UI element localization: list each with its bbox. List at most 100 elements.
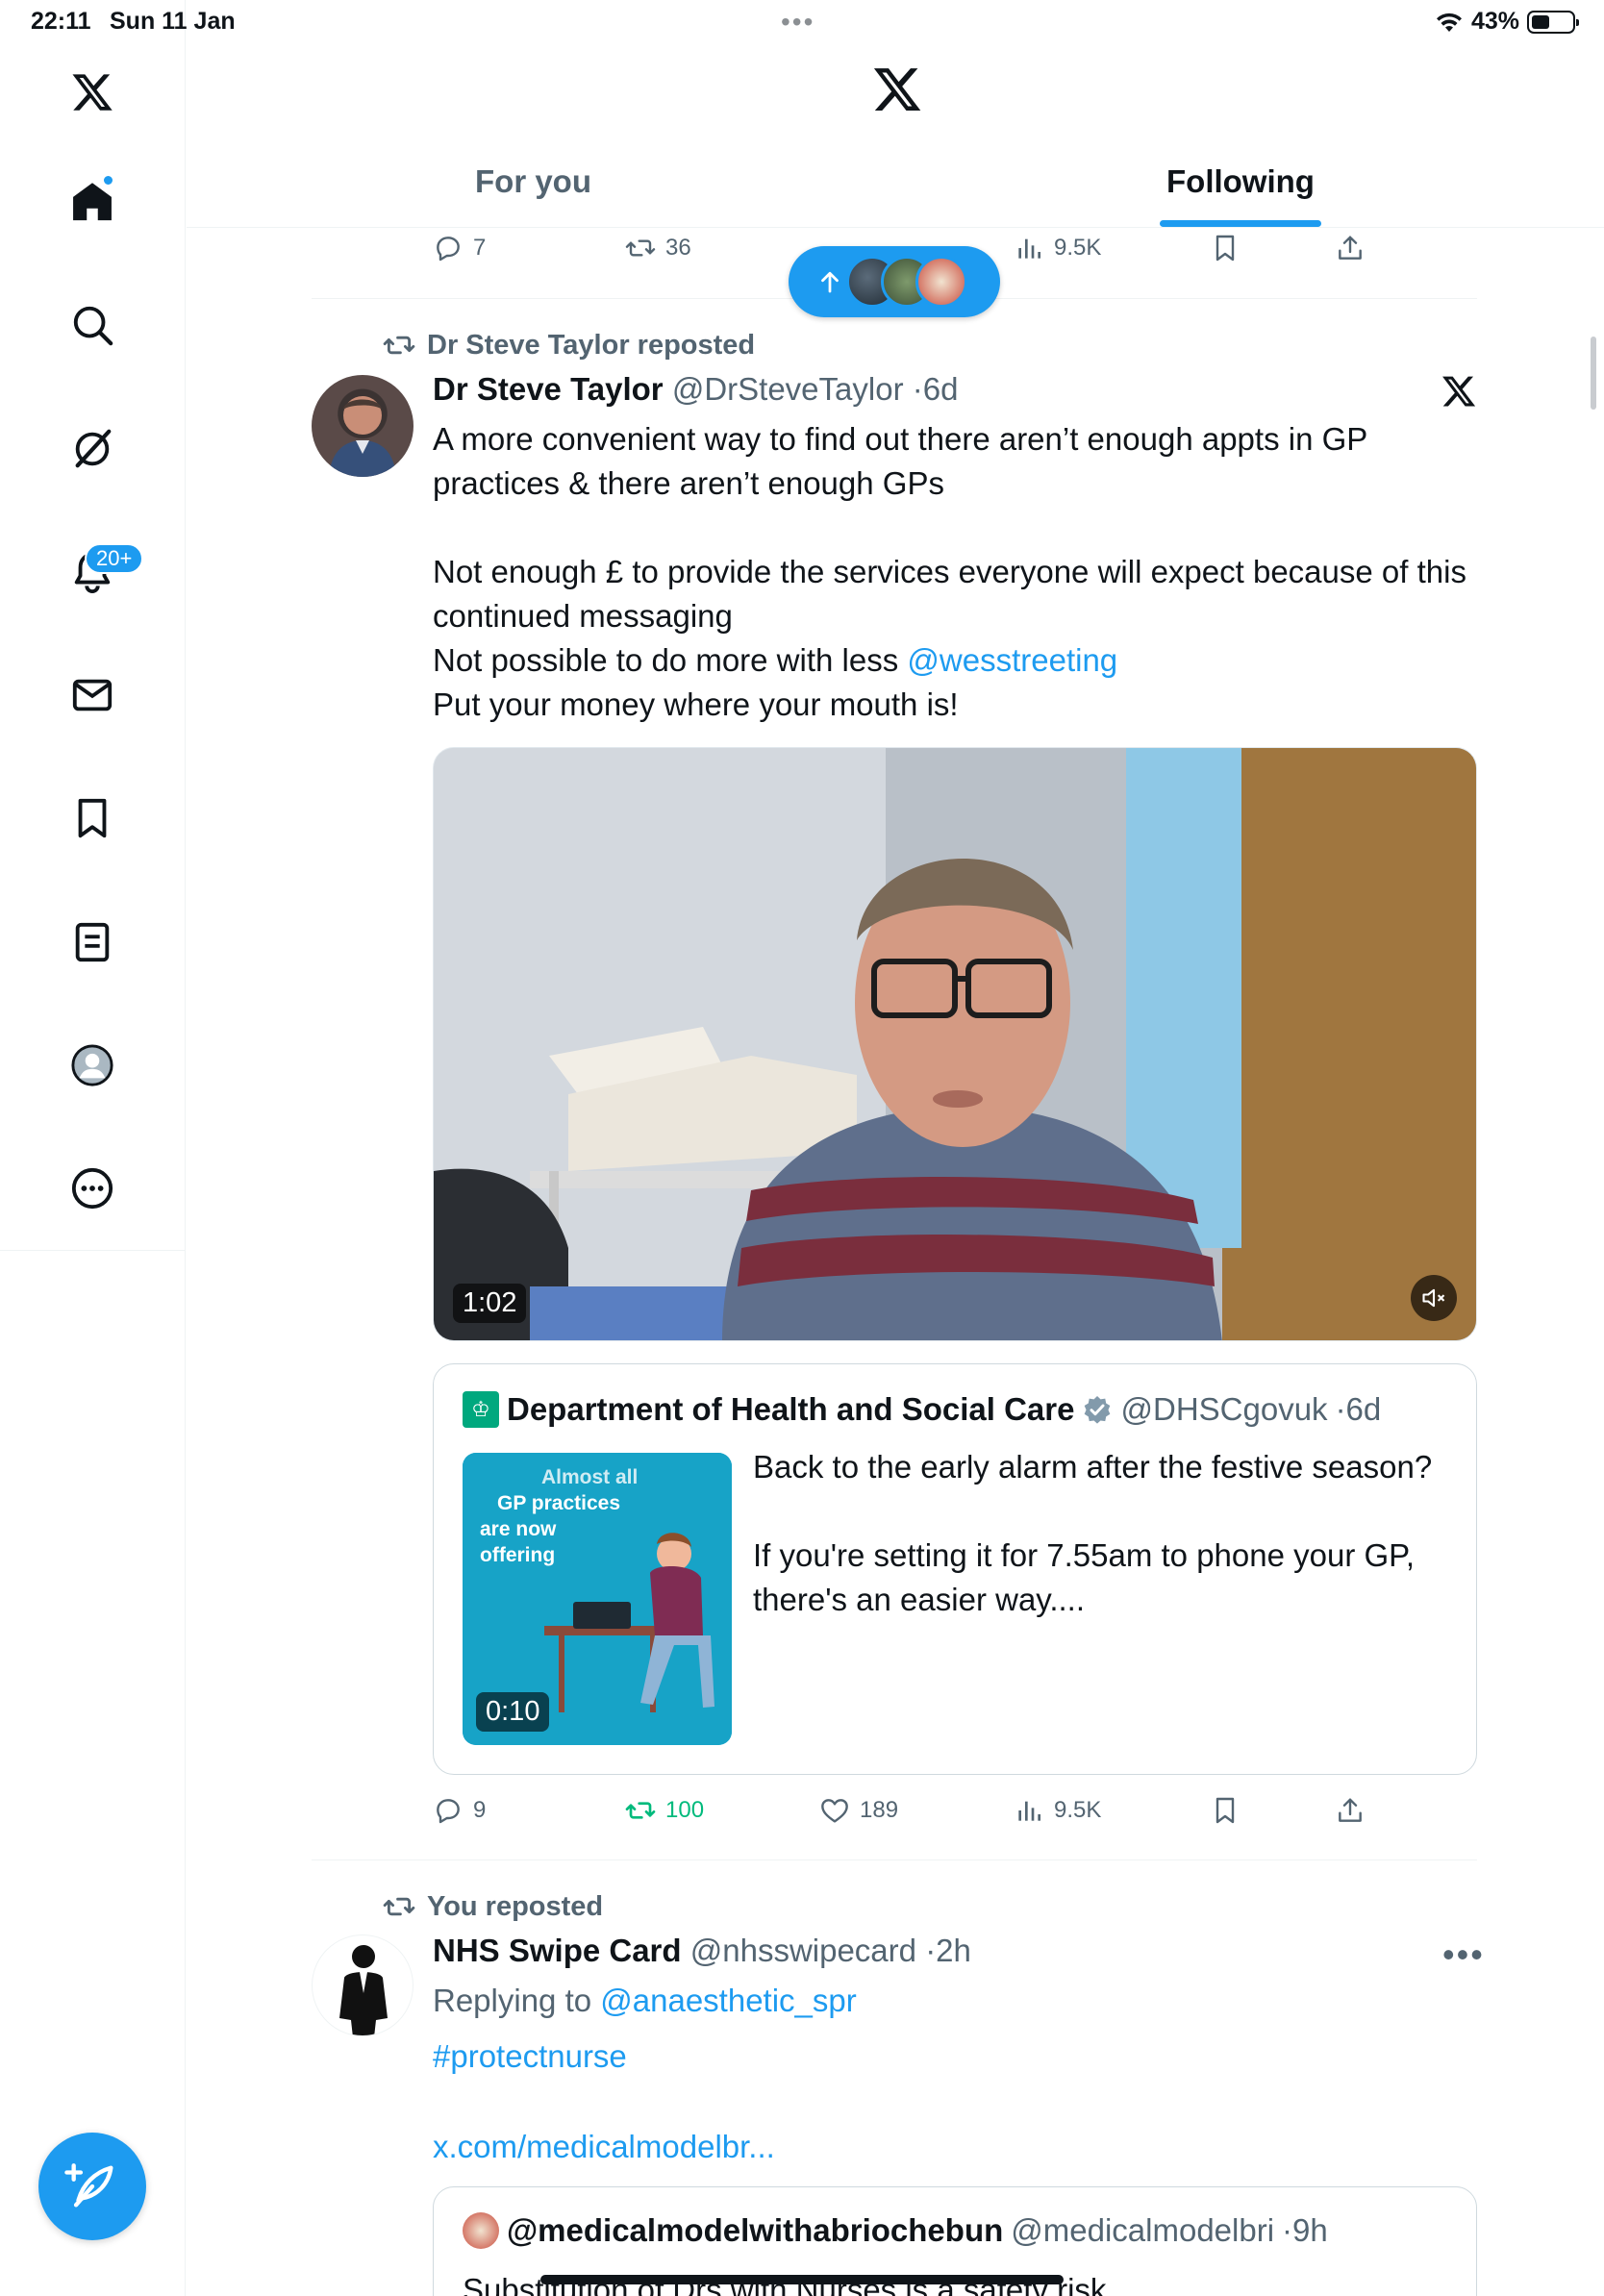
bookmark-icon [1216, 1797, 1235, 1824]
tweet-actions: 9 100 189 9.5K [433, 1795, 1462, 1834]
author-handle[interactable]: @DrSteveTaylor [672, 371, 904, 407]
thumbnail-caption-line: are now [480, 1518, 557, 1540]
government-crest-icon: ♔ [463, 1391, 499, 1428]
bookmark-button[interactable] [1210, 233, 1241, 263]
repost-button[interactable]: 36 [625, 233, 691, 263]
tab-following[interactable]: Following [1166, 163, 1315, 200]
share-button[interactable] [1335, 233, 1366, 263]
replying-to-link[interactable]: @anaesthetic_spr [600, 1983, 856, 2018]
author-name[interactable]: NHS Swipe Card [433, 1933, 682, 1968]
status-date: Sun 11 Jan [110, 8, 236, 35]
avatar[interactable] [312, 375, 414, 477]
views-count: 9.5K [1054, 235, 1102, 261]
author-name[interactable]: Dr Steve Taylor [433, 371, 664, 407]
quoted-author-handle[interactable]: @medicalmodelbri [1011, 2212, 1274, 2249]
video-frame [434, 748, 1476, 1340]
scrollbar[interactable] [1591, 337, 1596, 410]
views-chart-icon [1018, 238, 1040, 259]
tweet-text-4: Put your money where your mouth is! [433, 686, 959, 722]
more-options-icon[interactable]: ••• [1442, 1934, 1485, 1975]
avatar[interactable] [312, 1934, 414, 2036]
repost-count: 36 [665, 235, 691, 261]
home-indicator[interactable] [540, 2275, 1064, 2284]
status-bar: 22:11 Sun 11 Jan ••• 43% [0, 0, 1604, 44]
thumbnail-caption-line: Almost all [541, 1466, 639, 1488]
lists-icon[interactable] [63, 913, 121, 971]
reply-icon [437, 237, 460, 262]
thumbnail-caption: Almost all GP practices are now offering [480, 1464, 638, 1568]
heart-icon [821, 1799, 848, 1823]
quoted-author-name[interactable]: @medicalmodelwithabriochebun [507, 2212, 1003, 2249]
x-logo-icon [1442, 376, 1476, 407]
quoted-tweet[interactable]: ♔ Department of Health and Social Care @… [433, 1363, 1477, 1775]
replying-to-prefix: Replying to [433, 1983, 601, 2018]
more-icon[interactable] [63, 1160, 121, 1217]
quoted-text-2: If you're setting it for 7.55am to phone… [753, 1537, 1416, 1617]
repost-context: Dr Steve Taylor reposted [383, 329, 755, 362]
hashtag-link[interactable]: #protectnurse [433, 2034, 1471, 2079]
avatar-silhouette [339, 1945, 388, 2035]
share-button[interactable] [1335, 1795, 1366, 1826]
views-button[interactable]: 9.5K [1014, 1795, 1101, 1826]
repost-context: You reposted [383, 1890, 603, 1923]
views-button[interactable]: 9.5K [1014, 233, 1101, 263]
share-icon [1339, 1798, 1362, 1822]
tweet-time[interactable]: ·2h [925, 1933, 971, 1968]
feather-plus-icon [64, 2163, 113, 2208]
reply-count: 9 [473, 1797, 487, 1823]
battery-icon [1527, 10, 1579, 34]
status-time: 22:11 [31, 8, 91, 35]
quoted-text-1: Back to the early alarm after the festiv… [753, 1449, 1433, 1485]
profile-icon[interactable] [63, 1036, 121, 1094]
views-chart-icon [1018, 1801, 1040, 1821]
quoted-tweet-time[interactable]: ·6d [1336, 1391, 1382, 1428]
url-link[interactable]: x.com/medicalmodelbr... [433, 2125, 1471, 2169]
tweet-time[interactable]: ·6d [913, 371, 959, 407]
quoted-tweet-text: Back to the early alarm after the festiv… [753, 1445, 1455, 1622]
sidebar: 20+ [0, 0, 186, 2296]
like-button[interactable]: 189 [819, 1795, 898, 1826]
verified-badge-icon [1085, 1396, 1111, 1424]
tweet-video[interactable]: 1:02 [433, 747, 1477, 1341]
active-tab-indicator [1160, 220, 1321, 227]
quoted-video-thumbnail[interactable]: Almost all GP practices are now offering… [463, 1453, 732, 1745]
quoted-tweet-time[interactable]: ·9h [1282, 2212, 1328, 2249]
views-count: 9.5K [1054, 1797, 1102, 1823]
share-icon [1339, 236, 1362, 260]
tweet-text-1: A more convenient way to find out there … [433, 421, 1367, 501]
sidebar-divider [0, 1250, 186, 1251]
reply-count: 7 [473, 235, 487, 261]
divider [312, 1859, 1477, 1860]
author-handle[interactable]: @nhsswipecard [690, 1933, 916, 1968]
x-logo-icon[interactable] [63, 63, 121, 121]
compose-post-button[interactable] [38, 2133, 146, 2240]
status-indicators: 43% [1435, 8, 1579, 36]
arrow-up-icon [821, 271, 839, 293]
bookmark-button[interactable] [1210, 1795, 1241, 1826]
grok-icon[interactable] [63, 419, 121, 477]
messages-icon[interactable] [63, 666, 121, 724]
repost-button[interactable]: 100 [625, 1795, 704, 1826]
notifications-badge: 20+ [85, 543, 144, 574]
search-icon[interactable] [63, 296, 121, 354]
wifi-icon [1436, 12, 1462, 32]
quoted-author-name[interactable]: Department of Health and Social Care [507, 1391, 1074, 1428]
mention-link[interactable]: @wesstreeting [907, 642, 1117, 678]
x-logo-icon[interactable] [871, 63, 923, 115]
video-duration: 1:02 [453, 1284, 527, 1323]
tab-for-you[interactable]: For you [475, 163, 591, 200]
new-posts-pill[interactable] [789, 246, 1000, 317]
repost-icon [625, 1802, 656, 1819]
multitasking-dots-icon[interactable]: ••• [781, 9, 815, 36]
unmute-button[interactable] [1411, 1275, 1457, 1321]
bookmark-icon [1216, 235, 1235, 262]
bookmarks-icon[interactable] [63, 789, 121, 847]
reply-button[interactable]: 7 [433, 233, 486, 263]
avatar-photo [329, 396, 396, 477]
muted-speaker-icon [1422, 1288, 1445, 1308]
reply-button[interactable]: 9 [433, 1795, 486, 1826]
quoted-author-line: ♔ Department of Health and Social Care @… [463, 1391, 1381, 1428]
quoted-author-handle[interactable]: @DHSCgovuk [1120, 1391, 1327, 1428]
battery-percent: 43% [1470, 8, 1519, 35]
home-unread-dot [102, 174, 114, 187]
